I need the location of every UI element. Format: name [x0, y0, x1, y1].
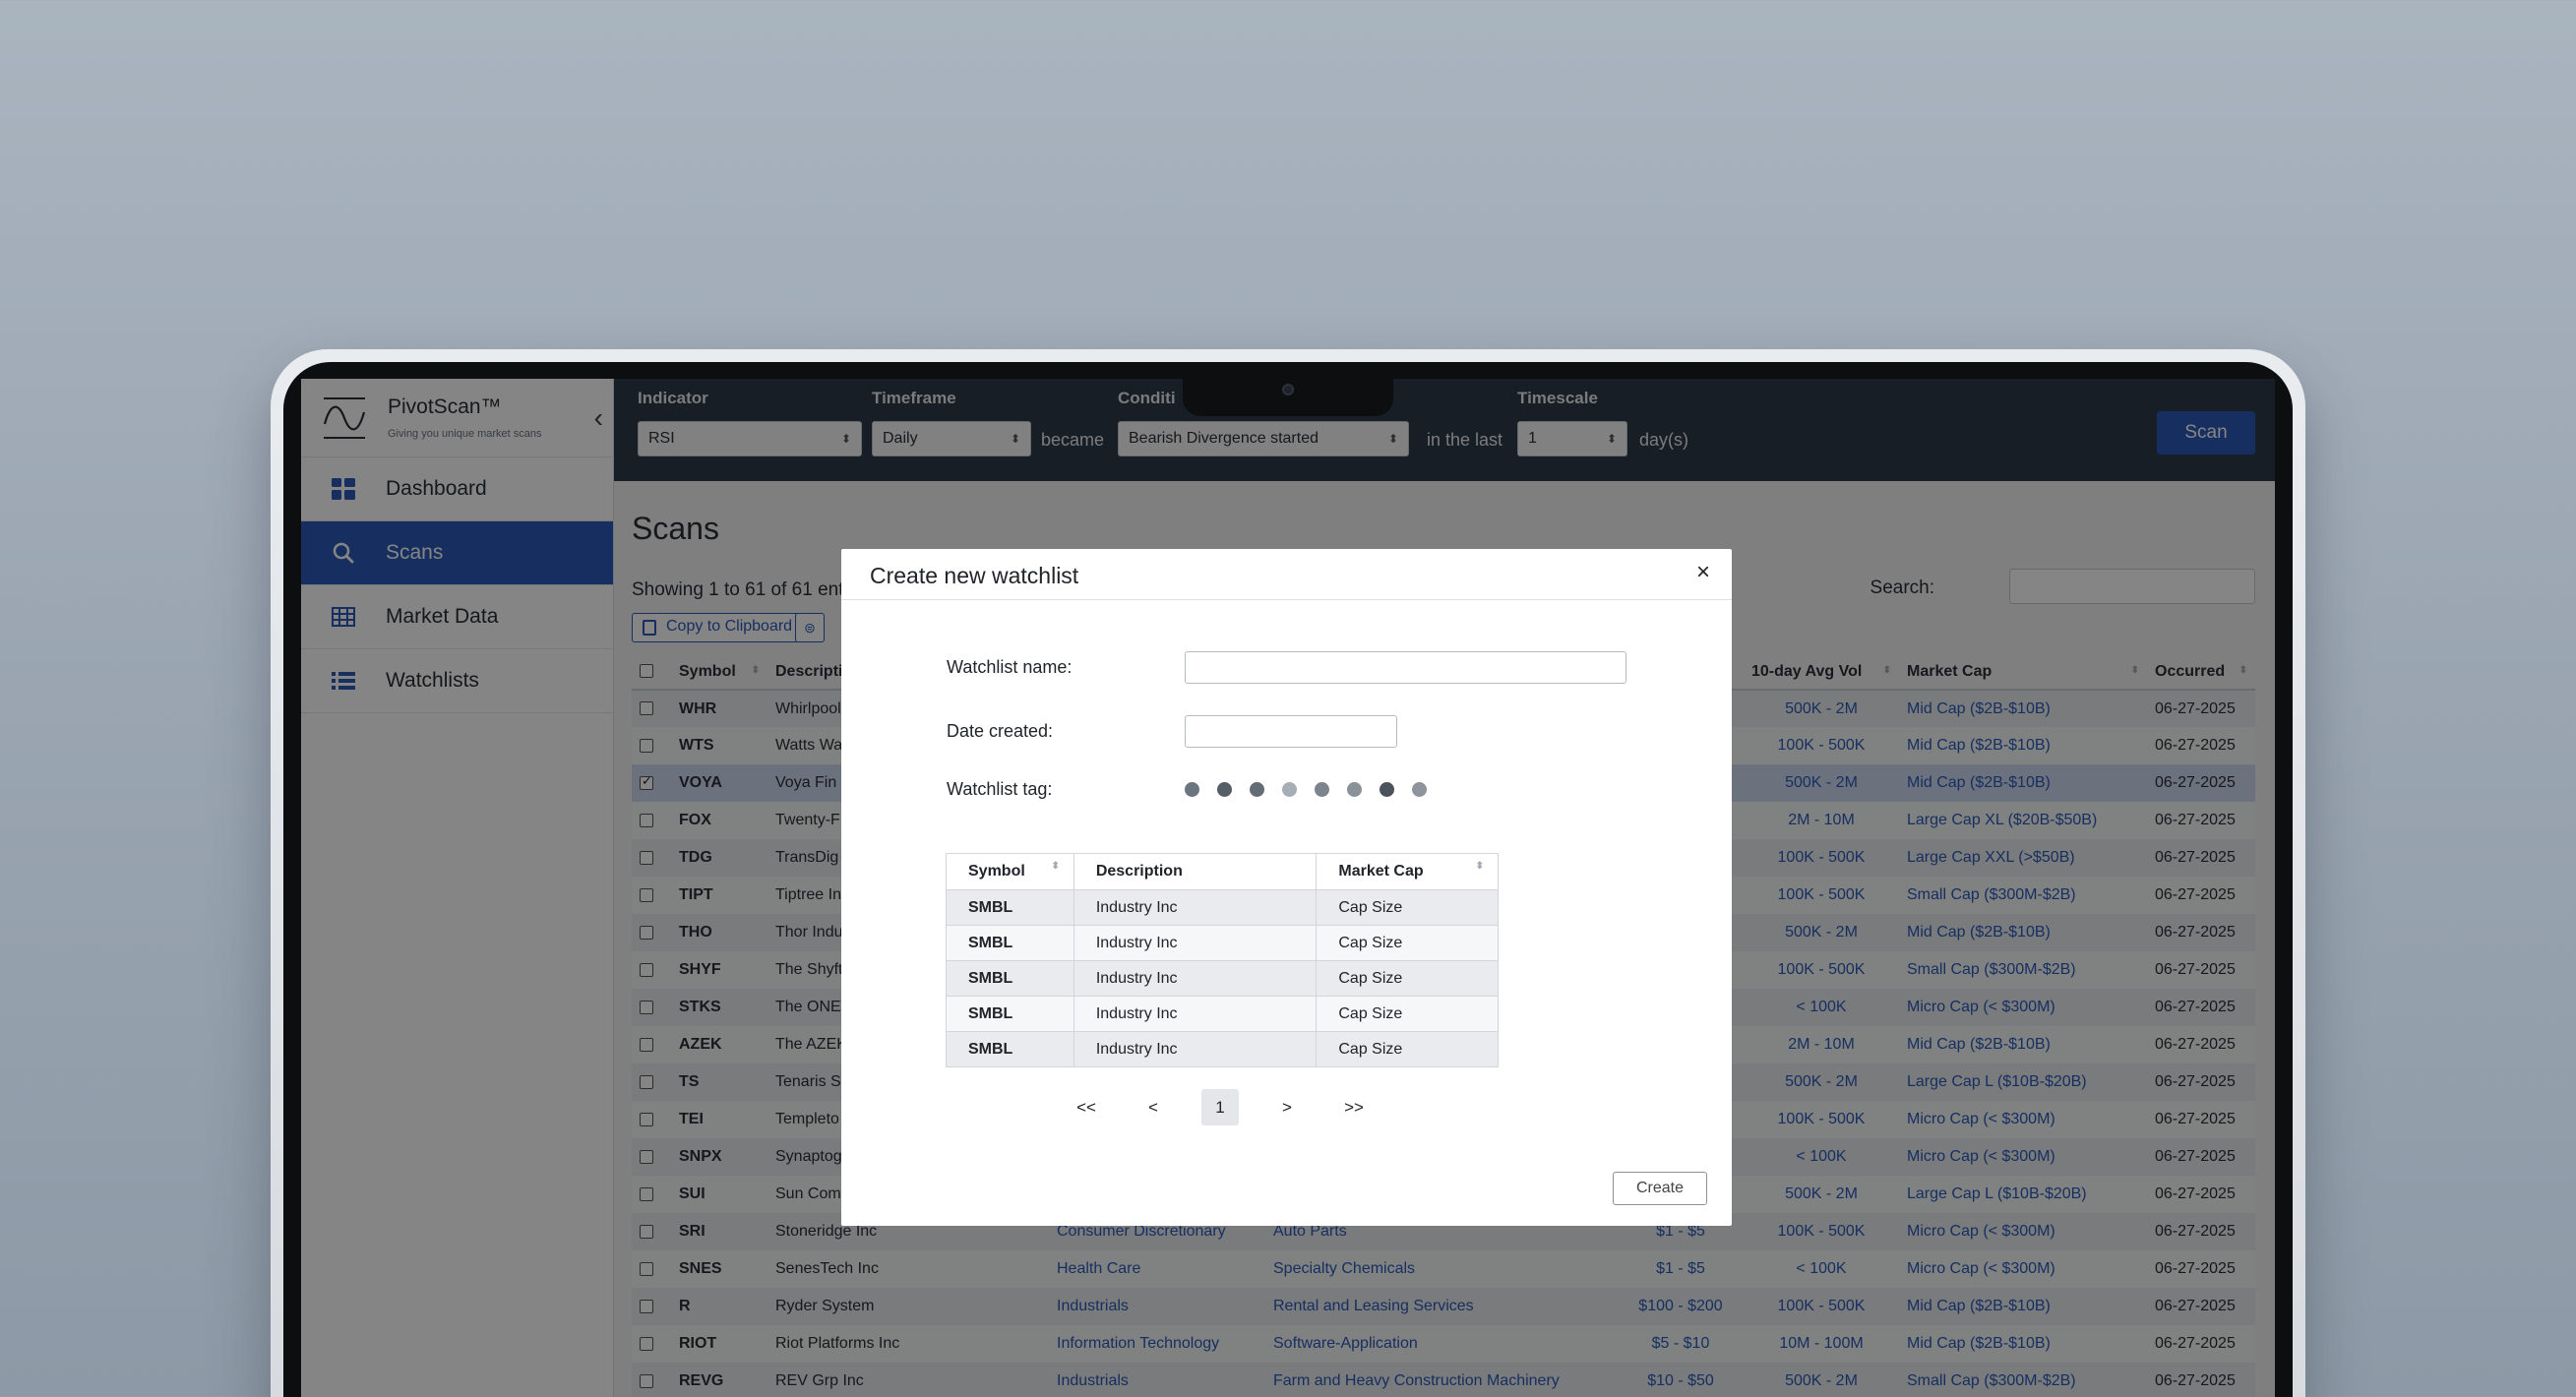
cell-symbol: SMBL — [946, 960, 1074, 997]
table-row: SMBL Industry Inc Cap Size — [946, 889, 1499, 926]
cell-description: Industry Inc — [1073, 996, 1318, 1032]
watchlist-preview-table: Symbol ⬍ Description Market Cap ⬍ SMBL Indu… — [946, 853, 1499, 1067]
date-created-label: Date created: — [947, 721, 1054, 741]
cell-description: Industry Inc — [1073, 889, 1318, 926]
cell-symbol: SMBL — [946, 996, 1074, 1032]
watchlist-name-input[interactable] — [1185, 651, 1626, 684]
sort-icon: ⬍ — [1475, 861, 1484, 872]
cell-market-cap: Cap Size — [1316, 996, 1499, 1032]
page-1-button[interactable]: 1 — [1201, 1089, 1239, 1125]
column-header[interactable]: Market Cap ⬍ — [1316, 853, 1499, 890]
table-row: SMBL Industry Inc Cap Size — [946, 996, 1499, 1032]
tag-color-swatch[interactable] — [1185, 782, 1199, 797]
table-row: SMBL Industry Inc Cap Size — [946, 925, 1499, 961]
cell-market-cap: Cap Size — [1316, 960, 1499, 997]
pagination: << <1 > >> — [1053, 1089, 1387, 1125]
tag-color-swatch[interactable] — [1250, 782, 1264, 797]
tag-color-swatch[interactable] — [1347, 782, 1362, 797]
cell-description: Industry Inc — [1073, 960, 1318, 997]
modal-title: Create new watchlist — [870, 563, 1079, 588]
cell-market-cap: Cap Size — [1316, 1031, 1499, 1067]
tag-color-swatch[interactable] — [1217, 782, 1232, 797]
next-page-button[interactable]: > — [1254, 1089, 1320, 1125]
watchlist-tag-picker — [1185, 782, 1427, 797]
tag-color-swatch[interactable] — [1412, 782, 1427, 797]
last-page-button[interactable]: >> — [1320, 1089, 1387, 1125]
first-page-button[interactable]: << — [1053, 1089, 1120, 1125]
watchlist-name-label: Watchlist name: — [947, 657, 1073, 677]
table-row: SMBL Industry Inc Cap Size — [946, 960, 1499, 997]
table-row: SMBL Industry Inc Cap Size — [946, 1031, 1499, 1067]
create-watchlist-modal: Create new watchlist × Watchlist name: D… — [841, 549, 1732, 1226]
modal-header: Create new watchlist × — [841, 549, 1732, 600]
cell-symbol: SMBL — [946, 925, 1074, 961]
create-button[interactable]: Create — [1613, 1172, 1707, 1205]
cell-description: Industry Inc — [1073, 925, 1318, 961]
cell-symbol: SMBL — [946, 1031, 1074, 1067]
cell-symbol: SMBL — [946, 889, 1074, 926]
watchlist-tag-label: Watchlist tag: — [947, 779, 1053, 799]
cell-market-cap: Cap Size — [1316, 889, 1499, 926]
table-header-row: Symbol ⬍ Description Market Cap ⬍ — [946, 853, 1499, 890]
date-created-input[interactable] — [1185, 715, 1397, 748]
sort-icon: ⬍ — [1051, 861, 1060, 872]
tag-color-swatch[interactable] — [1315, 782, 1329, 797]
column-header[interactable]: Description — [1073, 853, 1318, 890]
prev-page-button[interactable]: < — [1120, 1089, 1187, 1125]
tag-color-swatch[interactable] — [1282, 782, 1297, 797]
camera-icon — [1282, 384, 1294, 395]
cell-market-cap: Cap Size — [1316, 925, 1499, 961]
cell-description: Industry Inc — [1073, 1031, 1318, 1067]
column-header[interactable]: Symbol ⬍ — [946, 853, 1074, 890]
tag-color-swatch[interactable] — [1380, 782, 1394, 797]
app-screen: PivotScan™ Giving you unique market scan… — [301, 379, 2275, 1397]
close-icon[interactable]: × — [1696, 561, 1710, 584]
